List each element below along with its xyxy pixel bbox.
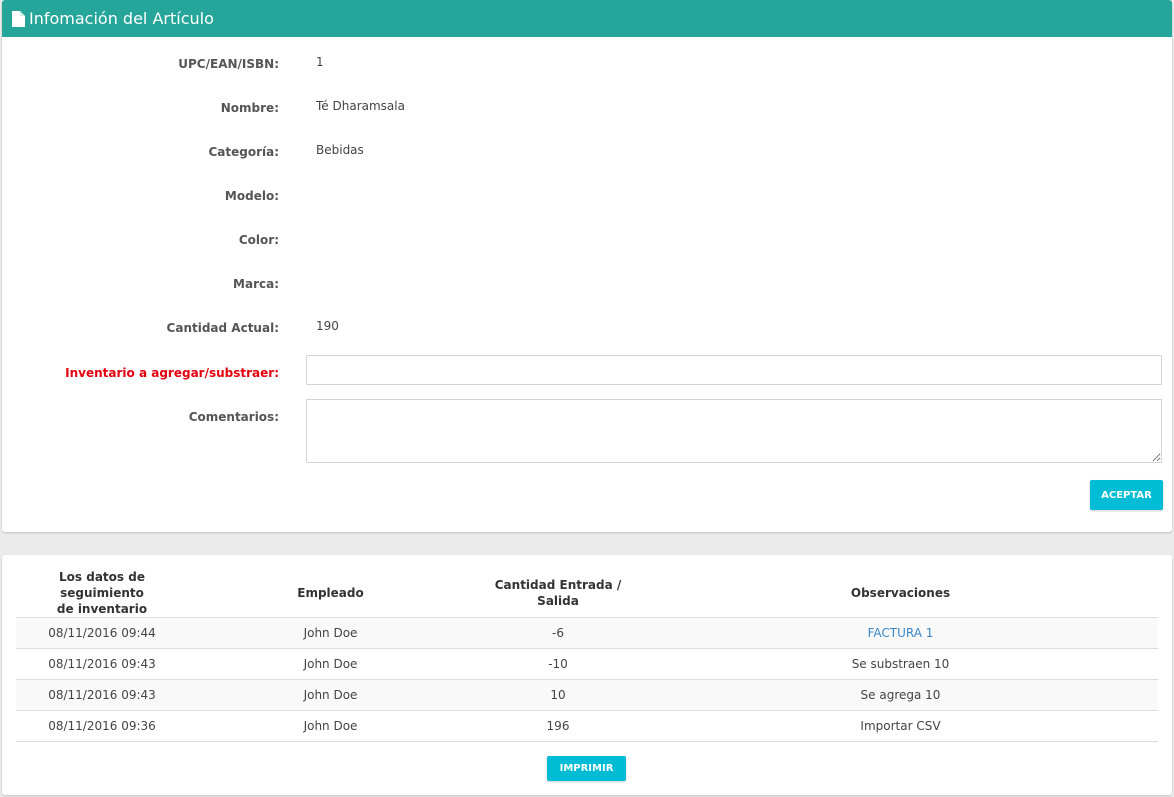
nombre-label: Nombre: — [220, 101, 279, 115]
column-header-date-line2: de inventario — [56, 602, 148, 616]
marca-label: Marca: — [233, 277, 279, 291]
column-header-date: Los datos de seguimiento de inventario — [16, 569, 188, 618]
panel-title: Infomación del Artículo — [29, 9, 214, 28]
categoria-value: Bebidas — [316, 143, 364, 157]
row-notes: FACTURA 1 — [643, 617, 1158, 649]
row-quantity: 196 — [473, 710, 643, 742]
inventario-label: Inventario a agregar/substraer: — [65, 366, 279, 380]
row-quantity: -6 — [473, 617, 643, 649]
upc-value: 1 — [316, 55, 324, 69]
column-header-quantity: Cantidad Entrada / Salida — [473, 569, 643, 618]
inventory-history-panel: Los datos de seguimiento de inventario E… — [2, 555, 1172, 795]
table-row: 08/11/2016 09:44 John Doe -6 FACTURA 1 — [16, 617, 1158, 649]
row-employee: John Doe — [188, 679, 473, 711]
row-employee: John Doe — [188, 617, 473, 649]
row-employee: John Doe — [188, 648, 473, 680]
cantidad-label: Cantidad Actual: — [166, 321, 279, 335]
column-header-notes: Observaciones — [643, 569, 1158, 618]
accept-button[interactable]: ACEPTAR — [1090, 480, 1163, 510]
inventario-input[interactable] — [306, 355, 1162, 385]
panel-header: Infomación del Artículo — [2, 0, 1172, 37]
row-notes: Se substraen 10 — [643, 648, 1158, 680]
row-quantity: 10 — [473, 679, 643, 711]
nombre-value: Té Dharamsala — [316, 99, 405, 113]
modelo-label: Modelo: — [224, 189, 279, 203]
print-button[interactable]: IMPRIMIR — [547, 756, 626, 781]
column-header-date-line1: Los datos de seguimiento — [59, 570, 145, 600]
document-icon — [11, 10, 25, 27]
row-date: 08/11/2016 09:43 — [16, 679, 188, 711]
comentarios-label: Comentarios: — [188, 410, 279, 424]
history-table: Los datos de seguimiento de inventario E… — [16, 569, 1158, 742]
invoice-link[interactable]: FACTURA 1 — [868, 626, 934, 640]
cantidad-value: 190 — [316, 319, 339, 333]
row-notes: Se agrega 10 — [643, 679, 1158, 711]
table-row: 08/11/2016 09:36 John Doe 196 Importar C… — [16, 710, 1158, 742]
table-row: 08/11/2016 09:43 John Doe -10 Se substra… — [16, 648, 1158, 680]
table-row: 08/11/2016 09:43 John Doe 10 Se agrega 1… — [16, 679, 1158, 711]
upc-label: UPC/EAN/ISBN: — [178, 57, 279, 71]
item-info-panel: Infomación del Artículo UPC/EAN/ISBN: 1 … — [2, 0, 1172, 532]
row-notes: Importar CSV — [643, 710, 1158, 742]
row-quantity: -10 — [473, 648, 643, 680]
table-header-row: Los datos de seguimiento de inventario E… — [16, 569, 1158, 618]
color-label: Color: — [238, 233, 279, 247]
categoria-label: Categoría: — [208, 145, 279, 159]
column-header-employee: Empleado — [188, 569, 473, 618]
row-employee: John Doe — [188, 710, 473, 742]
row-date: 08/11/2016 09:43 — [16, 648, 188, 680]
comentarios-textarea[interactable] — [306, 399, 1162, 463]
row-date: 08/11/2016 09:36 — [16, 710, 188, 742]
row-date: 08/11/2016 09:44 — [16, 617, 188, 649]
